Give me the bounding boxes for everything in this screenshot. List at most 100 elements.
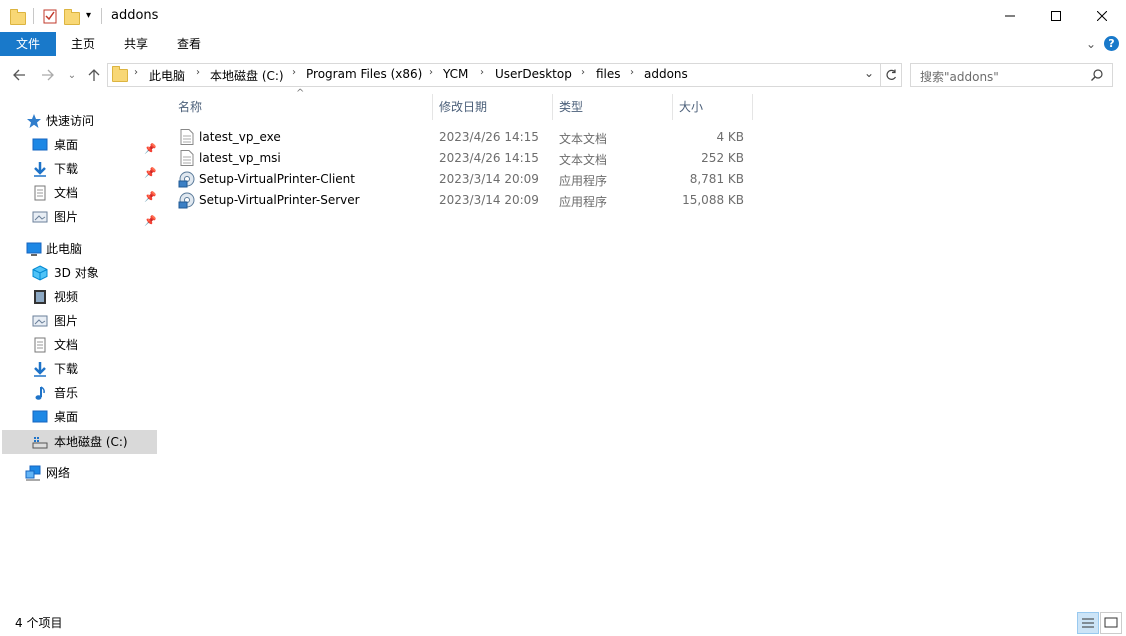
address-dropdown-icon[interactable]: ⌄ (864, 66, 874, 80)
tab-share[interactable]: 共享 (113, 32, 159, 56)
help-icon[interactable]: ? (1104, 36, 1119, 51)
address-bar[interactable]: › 此电脑 › 本地磁盘 (C:) › Program Files (x86) … (107, 63, 881, 87)
desktop-icon (32, 410, 48, 423)
music-icon (35, 386, 45, 400)
customize-toolbar-icon[interactable]: ▾ (86, 8, 102, 24)
nav-local-disk[interactable]: 本地磁盘 (C:) (2, 430, 157, 454)
properties-icon[interactable] (42, 8, 58, 24)
up-button[interactable] (85, 66, 103, 84)
arrow-left-icon (13, 69, 25, 81)
breadcrumb-item[interactable]: UserDesktop (495, 67, 572, 81)
document-icon (34, 337, 46, 353)
nav-quick-downloads[interactable]: 下载 📌 (0, 158, 158, 180)
folder-icon (112, 66, 128, 82)
breadcrumb-item[interactable]: 此电脑 (149, 67, 185, 84)
text-file-icon (180, 150, 194, 166)
breadcrumb-item[interactable]: YCM (443, 67, 468, 81)
file-type: 应用程序 (559, 174, 608, 188)
expand-ribbon-icon[interactable]: ⌄ (1086, 37, 1096, 51)
maximize-button[interactable] (1033, 0, 1079, 32)
window-title: addons (111, 8, 159, 23)
file-modified: 2023/3/14 20:09 (439, 172, 539, 186)
file-size: 8,781 KB (689, 172, 744, 186)
file-row[interactable]: latest_vp_msi 2023/4/26 14:15 文本文档 252 K… (174, 148, 754, 169)
pictures-icon (32, 211, 48, 223)
document-icon (34, 185, 46, 201)
pin-icon[interactable]: 📌 (144, 139, 156, 155)
network-icon (25, 465, 41, 481)
file-name: latest_vp_exe (199, 130, 281, 144)
breadcrumb-item[interactable]: addons (644, 67, 688, 81)
drive-icon (32, 437, 48, 449)
close-button[interactable] (1079, 0, 1125, 32)
file-modified: 2023/3/14 20:09 (439, 193, 539, 207)
file-size: 252 KB (701, 151, 744, 165)
nav-quick-access[interactable]: 快速访问 (0, 110, 158, 132)
pin-icon[interactable]: 📌 (144, 211, 156, 227)
column-header-size[interactable]: 大小 (679, 94, 751, 120)
large-icons-view-button[interactable] (1100, 612, 1122, 634)
tab-home[interactable]: 主页 (60, 32, 106, 56)
desktop-icon (32, 138, 48, 151)
breadcrumb-item[interactable]: files (596, 67, 621, 81)
file-row[interactable]: latest_vp_exe 2023/4/26 14:15 文本文档 4 KB (174, 127, 754, 148)
nav-this-pc[interactable]: 此电脑 (0, 238, 158, 260)
breadcrumb-item[interactable]: 本地磁盘 (C:) (210, 67, 284, 84)
folder-icon (10, 8, 26, 25)
search-input[interactable]: 搜索"addons" (910, 63, 1113, 87)
file-name: latest_vp_msi (199, 151, 281, 165)
installer-icon (178, 192, 195, 209)
nav-3d-objects[interactable]: 3D 对象 (0, 262, 158, 284)
file-type: 文本文档 (559, 153, 608, 167)
nav-music[interactable]: 音乐 (0, 382, 158, 404)
details-view-icon (1082, 618, 1094, 628)
recent-locations-button[interactable]: ⌄ (63, 66, 81, 84)
file-type: 文本文档 (559, 132, 608, 146)
tab-view[interactable]: 查看 (166, 32, 212, 56)
arrow-right-icon (42, 69, 54, 81)
nav-quick-pictures[interactable]: 图片 📌 (0, 206, 158, 228)
file-modified: 2023/4/26 14:15 (439, 130, 539, 144)
computer-icon (26, 242, 42, 256)
title-bar: ▾ addons (0, 0, 1126, 32)
status-item-count: 4 个项目 (15, 616, 63, 630)
nav-network[interactable]: 网络 (0, 462, 158, 484)
file-name: Setup-VirtualPrinter-Server (199, 193, 360, 207)
nav-downloads[interactable]: 下载 (0, 358, 158, 380)
breadcrumb-item[interactable]: Program Files (x86) (306, 67, 422, 81)
ribbon-tabs: 文件 主页 共享 查看 ⌄ ? (0, 32, 1126, 57)
refresh-button[interactable] (880, 63, 902, 87)
nav-quick-documents[interactable]: 文档 📌 (0, 182, 158, 204)
column-header-modified[interactable]: 修改日期 (439, 94, 551, 120)
forward-button[interactable] (39, 66, 57, 84)
back-button[interactable] (10, 66, 28, 84)
maximize-icon (1051, 11, 1061, 21)
cube-icon (32, 265, 48, 281)
file-type: 应用程序 (559, 195, 608, 209)
file-size: 4 KB (716, 130, 744, 144)
nav-desktop[interactable]: 桌面 (0, 406, 158, 428)
pin-icon[interactable]: 📌 (144, 187, 156, 203)
file-modified: 2023/4/26 14:15 (439, 151, 539, 165)
nav-quick-desktop[interactable]: 桌面 📌 (0, 134, 158, 156)
column-header-type[interactable]: 类型 (559, 94, 671, 120)
column-header-name[interactable]: 名称 (178, 94, 432, 120)
minimize-button[interactable] (987, 0, 1033, 32)
nav-pictures[interactable]: 图片 (0, 310, 158, 332)
large-icons-view-icon (1104, 617, 1118, 628)
nav-videos[interactable]: 视频 (0, 286, 158, 308)
file-row[interactable]: Setup-VirtualPrinter-Server 2023/3/14 20… (174, 190, 754, 211)
tab-file[interactable]: 文件 (0, 32, 56, 56)
new-folder-icon[interactable] (64, 8, 80, 25)
refresh-icon (886, 69, 897, 80)
download-icon (34, 362, 46, 377)
text-file-icon (180, 129, 194, 145)
details-view-button[interactable] (1077, 612, 1099, 634)
download-icon (34, 162, 46, 177)
nav-documents[interactable]: 文档 (0, 334, 158, 356)
search-placeholder: 搜索"addons" (920, 70, 999, 84)
file-size: 15,088 KB (682, 193, 744, 207)
pin-icon[interactable]: 📌 (144, 163, 156, 179)
video-icon (34, 290, 46, 304)
file-row[interactable]: Setup-VirtualPrinter-Client 2023/3/14 20… (174, 169, 754, 190)
